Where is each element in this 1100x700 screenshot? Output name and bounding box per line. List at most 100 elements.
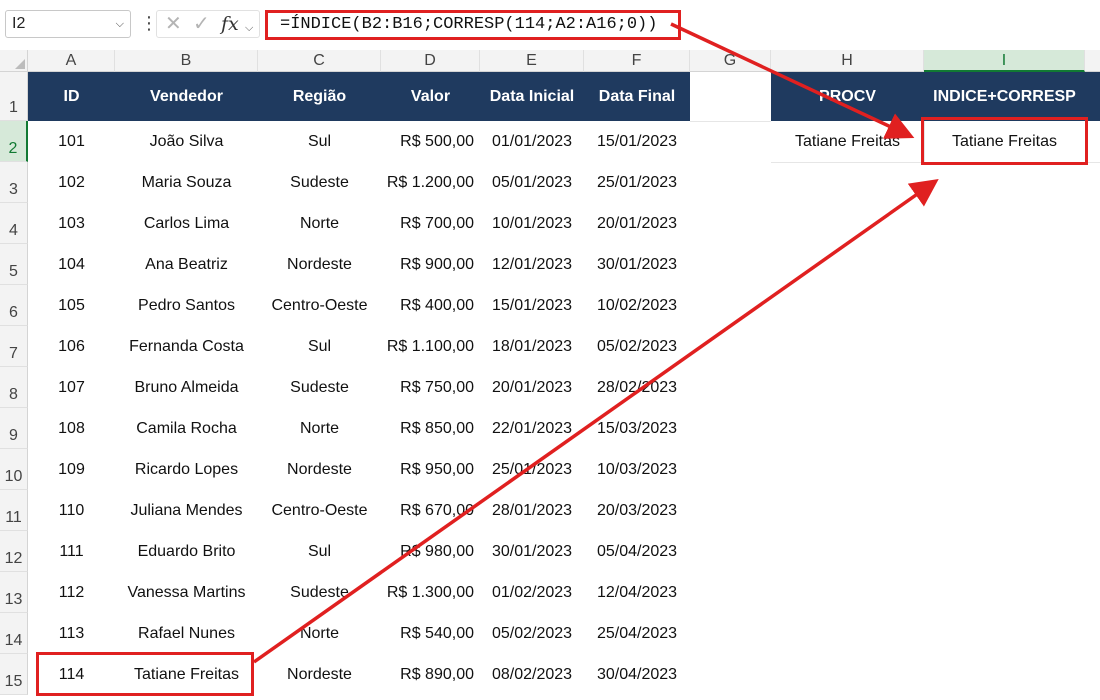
cell-data-inicial[interactable]: 18/01/2023 (480, 326, 584, 367)
cell-id[interactable]: 106 (28, 326, 115, 367)
cell-vendedor[interactable]: Ricardo Lopes (115, 449, 258, 490)
cell-data-final[interactable]: 20/01/2023 (584, 203, 690, 244)
cell-data-inicial[interactable]: 20/01/2023 (480, 367, 584, 408)
cell-regiao[interactable]: Nordeste (258, 244, 381, 285)
cell-id[interactable]: 104 (28, 244, 115, 285)
cell-vendedor[interactable]: Camila Rocha (115, 408, 258, 449)
cell-id[interactable]: 111 (28, 531, 115, 572)
cell-valor[interactable]: R$ 1.200,00 (381, 162, 480, 203)
row-header-2[interactable]: 2 (0, 121, 28, 162)
cell-data-final[interactable]: 30/01/2023 (584, 244, 690, 285)
cell-id[interactable]: 112 (28, 572, 115, 613)
column-header-b[interactable]: B (115, 50, 258, 72)
cell-data-final[interactable]: 05/02/2023 (584, 326, 690, 367)
row-header-8[interactable]: 8 (0, 367, 28, 408)
chevron-down-icon[interactable]: ⌵ (116, 11, 124, 37)
cell-valor[interactable]: R$ 540,00 (381, 613, 480, 654)
column-header-e[interactable]: E (480, 50, 584, 72)
cell-id[interactable]: 101 (28, 121, 115, 162)
cell-valor[interactable]: R$ 950,00 (381, 449, 480, 490)
enter-icon[interactable]: ✓ (193, 13, 210, 35)
cell-data-final[interactable]: 20/03/2023 (584, 490, 690, 531)
cancel-icon[interactable]: ✕ (165, 13, 182, 35)
column-header-j[interactable] (1085, 50, 1100, 72)
row-header-15[interactable]: 15 (0, 654, 28, 695)
row-header-5[interactable]: 5 (0, 244, 28, 285)
cell-id[interactable]: 102 (28, 162, 115, 203)
cell-valor[interactable]: R$ 900,00 (381, 244, 480, 285)
cell-vendedor[interactable]: Ana Beatriz (115, 244, 258, 285)
column-header-g[interactable]: G (690, 50, 771, 72)
cell-regiao[interactable]: Sul (258, 326, 381, 367)
header-vendedor[interactable]: Vendedor (115, 72, 258, 121)
formula-input[interactable]: =ÍNDICE(B2:B16;CORRESP(114;A2:A16;0)) (265, 10, 681, 40)
cell-vendedor[interactable]: Juliana Mendes (115, 490, 258, 531)
cell-valor[interactable]: R$ 670,00 (381, 490, 480, 531)
header-regiao[interactable]: Região (258, 72, 381, 121)
cell-vendedor[interactable]: Carlos Lima (115, 203, 258, 244)
cell-id[interactable]: 103 (28, 203, 115, 244)
cell-valor[interactable]: R$ 1.100,00 (381, 326, 480, 367)
cell-data-inicial[interactable]: 05/01/2023 (480, 162, 584, 203)
cell-valor[interactable]: R$ 750,00 (381, 367, 480, 408)
cell-vendedor[interactable]: João Silva (115, 121, 258, 162)
cell-data-inicial[interactable]: 30/01/2023 (480, 531, 584, 572)
cell-valor[interactable]: R$ 400,00 (381, 285, 480, 326)
cell-valor[interactable]: R$ 700,00 (381, 203, 480, 244)
header-valor[interactable]: Valor (381, 72, 480, 121)
column-header-h[interactable]: H (771, 50, 924, 72)
cell-regiao[interactable]: Sul (258, 121, 381, 162)
cell-data-inicial[interactable]: 10/01/2023 (480, 203, 584, 244)
cell-vendedor[interactable]: Eduardo Brito (115, 531, 258, 572)
cell-data-final[interactable]: 12/04/2023 (584, 572, 690, 613)
cell-vendedor[interactable]: Bruno Almeida (115, 367, 258, 408)
cell-data-final[interactable]: 05/04/2023 (584, 531, 690, 572)
row-header-12[interactable]: 12 (0, 531, 28, 572)
cell-data-inicial[interactable]: 12/01/2023 (480, 244, 584, 285)
cell-regiao[interactable]: Sudeste (258, 572, 381, 613)
cell-regiao[interactable]: Nordeste (258, 654, 381, 695)
cell-vendedor[interactable]: Rafael Nunes (115, 613, 258, 654)
row-header-4[interactable]: 4 (0, 203, 28, 244)
header-procv[interactable]: PROCV (771, 72, 924, 121)
cell-data-final[interactable]: 25/01/2023 (584, 162, 690, 203)
cell-vendedor[interactable]: Fernanda Costa (115, 326, 258, 367)
cell-id[interactable]: 110 (28, 490, 115, 531)
row-header-7[interactable]: 7 (0, 326, 28, 367)
row-header-9[interactable]: 9 (0, 408, 28, 449)
column-header-f[interactable]: F (584, 50, 690, 72)
chevron-down-icon[interactable]: ⌵ (245, 17, 253, 39)
cell-regiao[interactable]: Sudeste (258, 367, 381, 408)
select-all-corner[interactable] (0, 50, 28, 72)
cell-regiao[interactable]: Nordeste (258, 449, 381, 490)
cell-id[interactable]: 113 (28, 613, 115, 654)
cell-valor[interactable]: R$ 890,00 (381, 654, 480, 695)
row-header-13[interactable]: 13 (0, 572, 28, 613)
cell-vendedor[interactable]: Pedro Santos (115, 285, 258, 326)
insert-function-icon[interactable]: fx (221, 13, 239, 35)
cell-data-final[interactable]: 25/04/2023 (584, 613, 690, 654)
cell-data-final[interactable]: 15/01/2023 (584, 121, 690, 162)
name-box[interactable]: I2 ⌵ (5, 10, 131, 38)
cell-id[interactable]: 108 (28, 408, 115, 449)
row-header-6[interactable]: 6 (0, 285, 28, 326)
cell-regiao[interactable]: Norte (258, 203, 381, 244)
row-header-11[interactable]: 11 (0, 490, 28, 531)
procv-result-cell[interactable]: Tatiane Freitas (771, 121, 924, 162)
cell-data-final[interactable]: 30/04/2023 (584, 654, 690, 695)
cell-valor[interactable]: R$ 1.300,00 (381, 572, 480, 613)
header-indice-corresp[interactable]: INDICE+CORRESP (924, 72, 1085, 121)
row-header-3[interactable]: 3 (0, 162, 28, 203)
column-header-a[interactable]: A (28, 50, 115, 72)
cell-valor[interactable]: R$ 980,00 (381, 531, 480, 572)
cell-data-final[interactable]: 28/02/2023 (584, 367, 690, 408)
cell-data-inicial[interactable]: 25/01/2023 (480, 449, 584, 490)
header-data-final[interactable]: Data Final (584, 72, 690, 121)
cell-data-final[interactable]: 15/03/2023 (584, 408, 690, 449)
row-header-14[interactable]: 14 (0, 613, 28, 654)
cell-id[interactable]: 109 (28, 449, 115, 490)
row-header-10[interactable]: 10 (0, 449, 28, 490)
cell-id[interactable]: 107 (28, 367, 115, 408)
cell-data-inicial[interactable]: 28/01/2023 (480, 490, 584, 531)
cell-data-inicial[interactable]: 01/02/2023 (480, 572, 584, 613)
